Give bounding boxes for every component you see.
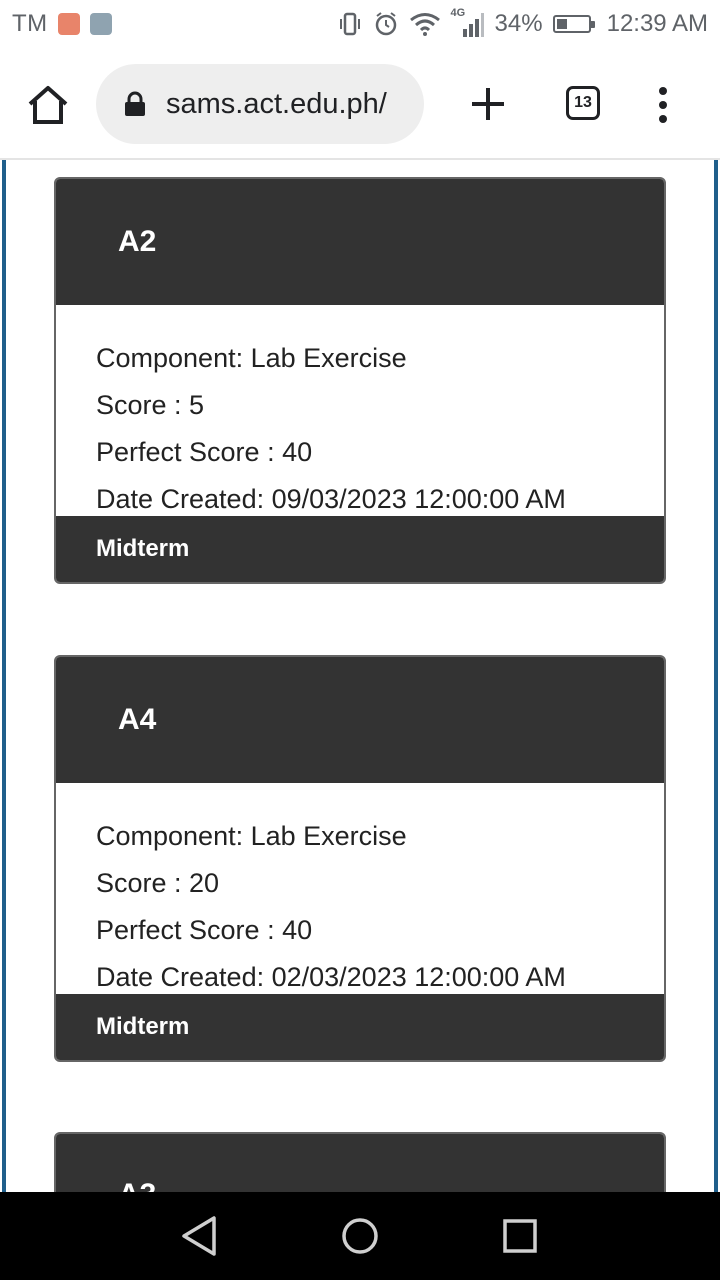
- status-left: TM: [12, 0, 112, 48]
- web-page-content: A2 Component: Lab Exercise Score : 5 Per…: [0, 160, 720, 1192]
- back-icon[interactable]: [176, 1212, 224, 1260]
- url-text: sams.act.edu.ph/: [166, 87, 387, 120]
- card-title: A2: [56, 179, 664, 305]
- address-bar[interactable]: sams.act.edu.ph/: [96, 64, 424, 144]
- card-perfect-score: Perfect Score : 40: [96, 437, 313, 467]
- card-body: Component: Lab Exercise Score : 20 Perfe…: [56, 783, 664, 994]
- tab-switcher-button[interactable]: 13: [566, 86, 600, 120]
- score-card: A4 Component: Lab Exercise Score : 20 Pe…: [54, 655, 666, 1062]
- card-perfect-score: Perfect Score : 40: [96, 915, 313, 945]
- recents-icon[interactable]: [496, 1212, 544, 1260]
- card-component: Component: Lab Exercise: [96, 343, 407, 373]
- notification-app-icon: [57, 13, 80, 35]
- battery-fill: [556, 19, 567, 29]
- vibrate-icon: [339, 12, 360, 36]
- wifi-icon: [409, 13, 440, 36]
- battery-percent: 34%: [494, 10, 543, 37]
- alarm-icon: [375, 12, 396, 36]
- card-term: Midterm: [56, 994, 664, 1060]
- home-icon[interactable]: [24, 84, 72, 126]
- clock: 12:39 AM: [606, 10, 708, 37]
- new-tab-icon[interactable]: [468, 84, 508, 124]
- home-nav-icon[interactable]: [336, 1212, 384, 1260]
- card-term: Midterm: [56, 516, 664, 582]
- carrier-label: TM: [12, 10, 48, 37]
- card-component: Component: Lab Exercise: [96, 821, 407, 851]
- score-card: A3: [54, 1132, 666, 1192]
- card-score: Score : 5: [96, 390, 205, 420]
- lock-icon: [125, 91, 145, 116]
- gallery-notification-icon: [89, 13, 112, 35]
- card-body: Component: Lab Exercise Score : 5 Perfec…: [56, 305, 664, 516]
- page-frame-left: [2, 160, 6, 1192]
- status-bar: TM 4G 34% 12:39 AM: [0, 0, 720, 48]
- page-frame-right: [714, 160, 718, 1192]
- status-right: 4G 34% 12:39 AM: [337, 0, 708, 48]
- card-title: A4: [56, 657, 664, 783]
- browser-toolbar: sams.act.edu.ph/ 13: [0, 48, 720, 160]
- more-options-icon[interactable]: [656, 86, 670, 124]
- score-card: A2 Component: Lab Exercise Score : 5 Per…: [54, 177, 666, 584]
- battery-icon: [552, 15, 595, 33]
- signal-indicator: 4G: [451, 7, 485, 39]
- tab-count: 13: [574, 94, 592, 111]
- system-navigation-bar: [0, 1192, 720, 1280]
- card-title: A3: [56, 1134, 664, 1192]
- cell-signal-icon: [462, 13, 484, 37]
- card-score: Score : 20: [96, 868, 220, 898]
